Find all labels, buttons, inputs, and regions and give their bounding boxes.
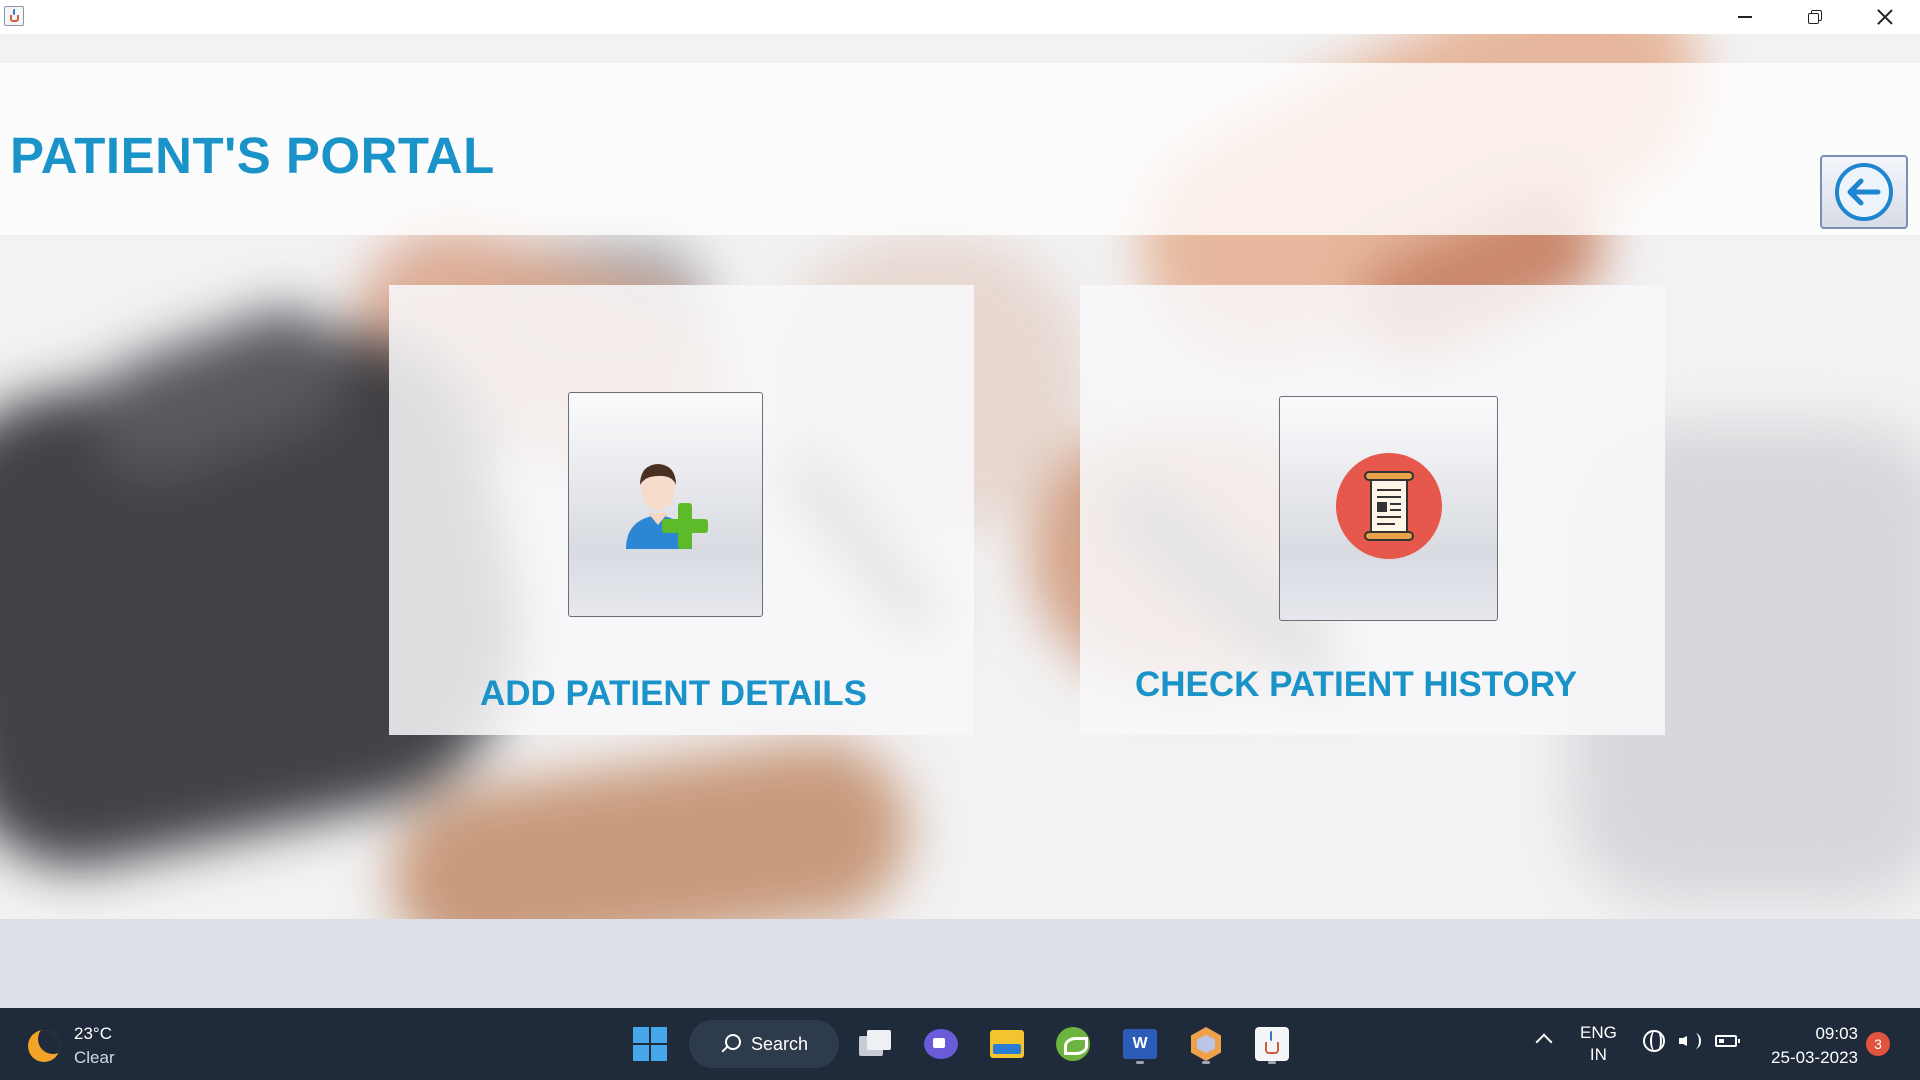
file-explorer-button[interactable]: [983, 1020, 1031, 1068]
running-indicator: [1268, 1061, 1276, 1064]
weather-temperature: 23°C: [74, 1024, 112, 1043]
language-code: ENG: [1580, 1023, 1617, 1042]
meet-app-button[interactable]: [917, 1020, 965, 1068]
scroll-document-icon: [1335, 452, 1443, 565]
battery-icon: [1715, 1035, 1740, 1047]
add-user-icon: [618, 449, 714, 560]
minimize-button[interactable]: [1710, 0, 1780, 34]
clock[interactable]: 09:03 25-03-2023: [1758, 1022, 1858, 1070]
patient-history-button[interactable]: [1279, 396, 1498, 621]
search-icon: [725, 1034, 741, 1050]
add-patient-details-label[interactable]: ADD PATIENT DETAILS: [480, 674, 867, 714]
spring-icon: [1056, 1027, 1090, 1061]
close-button[interactable]: [1850, 0, 1920, 34]
taskbar-search[interactable]: Search: [689, 1020, 839, 1068]
close-icon: [1877, 9, 1893, 25]
volume-icon: [1679, 1030, 1701, 1052]
weather-condition: Clear: [74, 1048, 115, 1067]
restore-icon: [1808, 10, 1822, 24]
back-button[interactable]: [1820, 155, 1908, 229]
network-globe-icon: [1643, 1030, 1665, 1052]
java-icon: [4, 6, 24, 26]
input-language[interactable]: ENG IN: [1580, 1022, 1617, 1066]
virtualbox-icon: [1191, 1027, 1221, 1061]
show-hidden-icons-chevron-icon[interactable]: [1535, 1033, 1553, 1051]
word-icon: W: [1123, 1029, 1157, 1059]
start-button[interactable]: [626, 1020, 674, 1068]
restore-button[interactable]: [1780, 0, 1850, 34]
window-title-bar: [0, 0, 1920, 34]
task-view-icon: [859, 1030, 893, 1058]
word-app-button[interactable]: W: [1116, 1020, 1164, 1068]
taskbar: 23°C Clear Search W ENG IN 09:03 25-03-2…: [0, 1008, 1920, 1080]
check-patient-history-label[interactable]: CHECK PATIENT HISTORY: [1135, 665, 1577, 705]
windows-start-icon: [633, 1027, 667, 1061]
moon-icon: [28, 1030, 60, 1062]
meet-icon: [924, 1029, 958, 1059]
task-view-button[interactable]: [852, 1020, 900, 1068]
region-code: IN: [1589, 1045, 1607, 1064]
search-label: Search: [751, 1033, 809, 1054]
spring-app-button[interactable]: [1049, 1020, 1097, 1068]
clock-date: 25-03-2023: [1771, 1048, 1858, 1067]
page-title: PATIENT'S PORTAL: [10, 127, 495, 184]
weather-widget[interactable]: 23°C Clear: [28, 1022, 115, 1070]
system-tray[interactable]: [1643, 1030, 1740, 1052]
notification-badge[interactable]: 3: [1866, 1032, 1890, 1056]
running-indicator: [1136, 1061, 1144, 1064]
file-explorer-icon: [990, 1030, 1024, 1058]
virtualbox-app-button[interactable]: [1182, 1020, 1230, 1068]
running-indicator: [1202, 1061, 1210, 1064]
minimize-icon: [1738, 16, 1752, 18]
back-arrow-icon: [1835, 163, 1893, 221]
clock-time: 09:03: [1815, 1024, 1858, 1043]
java-app-button[interactable]: [1248, 1020, 1296, 1068]
add-patient-button[interactable]: [568, 392, 763, 617]
java-icon: [1255, 1027, 1289, 1061]
